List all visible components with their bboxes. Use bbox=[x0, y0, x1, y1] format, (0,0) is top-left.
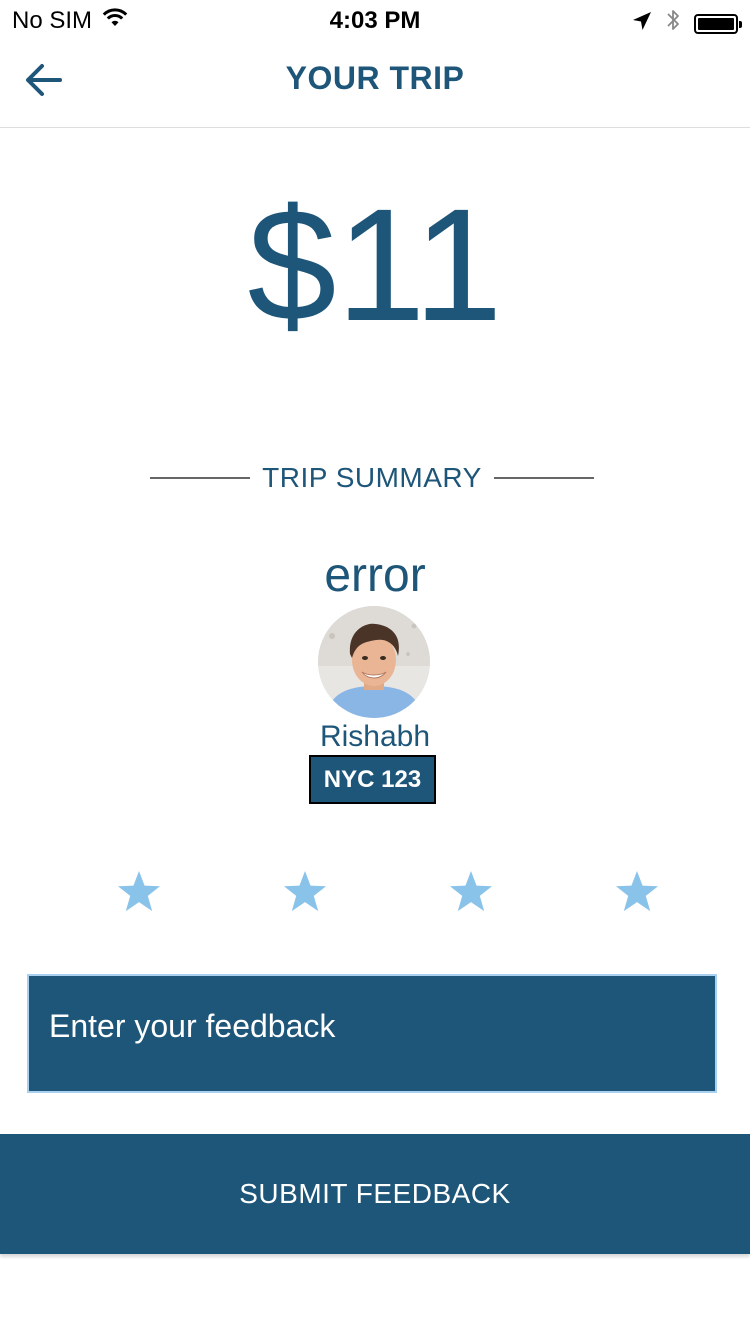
star-icon[interactable] bbox=[275, 862, 335, 922]
star-icon[interactable] bbox=[109, 862, 169, 922]
submit-feedback-label: SUBMIT FEEDBACK bbox=[239, 1178, 511, 1209]
driver-avatar bbox=[318, 606, 430, 718]
battery-level bbox=[698, 17, 734, 30]
trip-summary-header: TRIP SUMMARY bbox=[150, 458, 594, 498]
driver-name: Rishabh bbox=[319, 720, 431, 753]
feedback-input[interactable] bbox=[27, 974, 717, 1093]
battery-icon bbox=[694, 13, 742, 34]
trip-status-text: error bbox=[324, 549, 426, 602]
status-bar: No SIM 4:03 PM bbox=[0, 0, 750, 40]
page-title: YOUR TRIP bbox=[285, 60, 465, 96]
star-icon[interactable] bbox=[607, 862, 667, 922]
divider-right bbox=[493, 477, 594, 479]
trip-screen: No SIM 4:03 PM YOUR TRIP $11 TRIP SUMMAR… bbox=[0, 0, 750, 1334]
star-icon[interactable] bbox=[441, 862, 501, 922]
trip-price: $11 bbox=[247, 175, 503, 354]
license-plate-badge: NYC 123 bbox=[309, 755, 436, 804]
bluetooth-icon bbox=[666, 8, 680, 39]
status-right bbox=[632, 8, 742, 39]
nav-bar: YOUR TRIP bbox=[0, 40, 750, 128]
trip-summary-label: TRIP SUMMARY bbox=[262, 462, 482, 493]
divider-left bbox=[150, 477, 250, 479]
submit-feedback-button[interactable]: SUBMIT FEEDBACK bbox=[0, 1134, 750, 1254]
location-arrow-icon bbox=[632, 10, 652, 38]
